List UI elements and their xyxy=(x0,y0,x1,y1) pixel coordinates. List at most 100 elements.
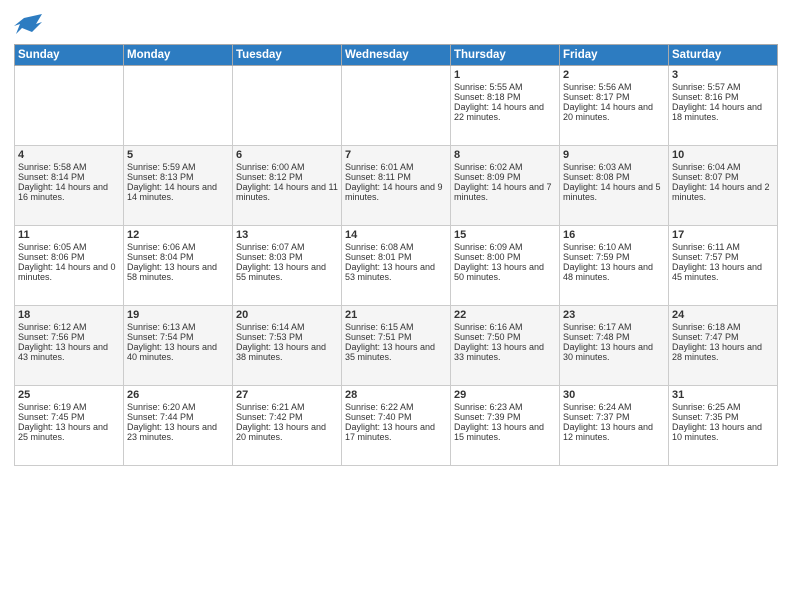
logo-bird-icon xyxy=(14,10,44,38)
day-info: Sunrise: 6:11 AM xyxy=(672,242,774,252)
day-info: Daylight: 14 hours and 7 minutes. xyxy=(454,182,556,202)
day-info: Sunset: 7:47 PM xyxy=(672,332,774,342)
day-info: Daylight: 14 hours and 16 minutes. xyxy=(18,182,120,202)
calendar-cell: 15Sunrise: 6:09 AMSunset: 8:00 PMDayligh… xyxy=(451,226,560,306)
weekday-header-saturday: Saturday xyxy=(669,45,778,66)
day-info: Daylight: 13 hours and 35 minutes. xyxy=(345,342,447,362)
day-number: 7 xyxy=(345,149,447,161)
day-number: 30 xyxy=(563,389,665,401)
day-info: Daylight: 13 hours and 53 minutes. xyxy=(345,262,447,282)
calendar-cell: 9Sunrise: 6:03 AMSunset: 8:08 PMDaylight… xyxy=(560,146,669,226)
calendar-cell: 29Sunrise: 6:23 AMSunset: 7:39 PMDayligh… xyxy=(451,386,560,466)
calendar-cell: 2Sunrise: 5:56 AMSunset: 8:17 PMDaylight… xyxy=(560,66,669,146)
day-number: 16 xyxy=(563,229,665,241)
calendar-cell: 22Sunrise: 6:16 AMSunset: 7:50 PMDayligh… xyxy=(451,306,560,386)
calendar-cell: 5Sunrise: 5:59 AMSunset: 8:13 PMDaylight… xyxy=(124,146,233,226)
day-info: Daylight: 13 hours and 28 minutes. xyxy=(672,342,774,362)
day-info: Daylight: 14 hours and 9 minutes. xyxy=(345,182,447,202)
calendar-cell: 26Sunrise: 6:20 AMSunset: 7:44 PMDayligh… xyxy=(124,386,233,466)
day-info: Sunrise: 6:06 AM xyxy=(127,242,229,252)
day-number: 10 xyxy=(672,149,774,161)
day-number: 21 xyxy=(345,309,447,321)
day-number: 12 xyxy=(127,229,229,241)
calendar-cell: 20Sunrise: 6:14 AMSunset: 7:53 PMDayligh… xyxy=(233,306,342,386)
day-info: Sunset: 7:48 PM xyxy=(563,332,665,342)
day-number: 3 xyxy=(672,69,774,81)
calendar-cell: 7Sunrise: 6:01 AMSunset: 8:11 PMDaylight… xyxy=(342,146,451,226)
day-info: Sunrise: 6:12 AM xyxy=(18,322,120,332)
day-info: Sunrise: 6:15 AM xyxy=(345,322,447,332)
calendar-cell: 23Sunrise: 6:17 AMSunset: 7:48 PMDayligh… xyxy=(560,306,669,386)
day-info: Sunrise: 6:04 AM xyxy=(672,162,774,172)
day-number: 31 xyxy=(672,389,774,401)
day-info: Sunrise: 6:17 AM xyxy=(563,322,665,332)
day-info: Daylight: 14 hours and 11 minutes. xyxy=(236,182,338,202)
day-number: 4 xyxy=(18,149,120,161)
day-info: Sunset: 8:17 PM xyxy=(563,92,665,102)
calendar-cell: 14Sunrise: 6:08 AMSunset: 8:01 PMDayligh… xyxy=(342,226,451,306)
day-info: Daylight: 13 hours and 25 minutes. xyxy=(18,422,120,442)
day-info: Sunrise: 6:21 AM xyxy=(236,402,338,412)
day-info: Daylight: 13 hours and 45 minutes. xyxy=(672,262,774,282)
day-info: Daylight: 14 hours and 22 minutes. xyxy=(454,102,556,122)
calendar-cell: 13Sunrise: 6:07 AMSunset: 8:03 PMDayligh… xyxy=(233,226,342,306)
day-info: Sunrise: 6:00 AM xyxy=(236,162,338,172)
calendar-cell: 4Sunrise: 5:58 AMSunset: 8:14 PMDaylight… xyxy=(15,146,124,226)
day-info: Sunset: 7:53 PM xyxy=(236,332,338,342)
day-info: Sunset: 7:45 PM xyxy=(18,412,120,422)
day-info: Sunset: 7:56 PM xyxy=(18,332,120,342)
day-info: Sunrise: 6:25 AM xyxy=(672,402,774,412)
day-info: Daylight: 13 hours and 58 minutes. xyxy=(127,262,229,282)
calendar-cell: 10Sunrise: 6:04 AMSunset: 8:07 PMDayligh… xyxy=(669,146,778,226)
day-number: 29 xyxy=(454,389,556,401)
day-info: Daylight: 13 hours and 40 minutes. xyxy=(127,342,229,362)
calendar-cell: 27Sunrise: 6:21 AMSunset: 7:42 PMDayligh… xyxy=(233,386,342,466)
day-info: Sunrise: 6:01 AM xyxy=(345,162,447,172)
day-number: 20 xyxy=(236,309,338,321)
day-number: 24 xyxy=(672,309,774,321)
weekday-header-tuesday: Tuesday xyxy=(233,45,342,66)
calendar-week-3: 11Sunrise: 6:05 AMSunset: 8:06 PMDayligh… xyxy=(15,226,778,306)
day-info: Sunrise: 5:56 AM xyxy=(563,82,665,92)
calendar-week-4: 18Sunrise: 6:12 AMSunset: 7:56 PMDayligh… xyxy=(15,306,778,386)
day-info: Sunset: 8:04 PM xyxy=(127,252,229,262)
calendar-cell: 21Sunrise: 6:15 AMSunset: 7:51 PMDayligh… xyxy=(342,306,451,386)
page: SundayMondayTuesdayWednesdayThursdayFrid… xyxy=(0,0,792,612)
day-info: Daylight: 13 hours and 48 minutes. xyxy=(563,262,665,282)
weekday-header-wednesday: Wednesday xyxy=(342,45,451,66)
day-number: 27 xyxy=(236,389,338,401)
day-info: Sunset: 8:06 PM xyxy=(18,252,120,262)
calendar-cell xyxy=(124,66,233,146)
calendar-cell: 3Sunrise: 5:57 AMSunset: 8:16 PMDaylight… xyxy=(669,66,778,146)
day-number: 8 xyxy=(454,149,556,161)
logo xyxy=(14,10,48,38)
day-info: Sunrise: 6:08 AM xyxy=(345,242,447,252)
calendar-cell: 6Sunrise: 6:00 AMSunset: 8:12 PMDaylight… xyxy=(233,146,342,226)
day-number: 11 xyxy=(18,229,120,241)
day-info: Sunset: 7:37 PM xyxy=(563,412,665,422)
calendar-cell: 19Sunrise: 6:13 AMSunset: 7:54 PMDayligh… xyxy=(124,306,233,386)
calendar-cell: 18Sunrise: 6:12 AMSunset: 7:56 PMDayligh… xyxy=(15,306,124,386)
calendar-cell: 16Sunrise: 6:10 AMSunset: 7:59 PMDayligh… xyxy=(560,226,669,306)
day-number: 22 xyxy=(454,309,556,321)
day-info: Daylight: 14 hours and 18 minutes. xyxy=(672,102,774,122)
day-info: Daylight: 14 hours and 5 minutes. xyxy=(563,182,665,202)
day-info: Daylight: 13 hours and 20 minutes. xyxy=(236,422,338,442)
day-info: Daylight: 14 hours and 20 minutes. xyxy=(563,102,665,122)
day-number: 28 xyxy=(345,389,447,401)
day-info: Daylight: 13 hours and 10 minutes. xyxy=(672,422,774,442)
day-number: 1 xyxy=(454,69,556,81)
calendar-cell: 24Sunrise: 6:18 AMSunset: 7:47 PMDayligh… xyxy=(669,306,778,386)
day-info: Daylight: 13 hours and 50 minutes. xyxy=(454,262,556,282)
calendar-week-2: 4Sunrise: 5:58 AMSunset: 8:14 PMDaylight… xyxy=(15,146,778,226)
calendar-cell xyxy=(342,66,451,146)
day-info: Sunrise: 5:58 AM xyxy=(18,162,120,172)
day-info: Sunrise: 6:23 AM xyxy=(454,402,556,412)
day-number: 6 xyxy=(236,149,338,161)
day-info: Sunset: 7:39 PM xyxy=(454,412,556,422)
day-info: Sunset: 8:16 PM xyxy=(672,92,774,102)
weekday-header-thursday: Thursday xyxy=(451,45,560,66)
calendar-cell xyxy=(233,66,342,146)
day-info: Sunset: 8:00 PM xyxy=(454,252,556,262)
day-info: Sunset: 7:57 PM xyxy=(672,252,774,262)
